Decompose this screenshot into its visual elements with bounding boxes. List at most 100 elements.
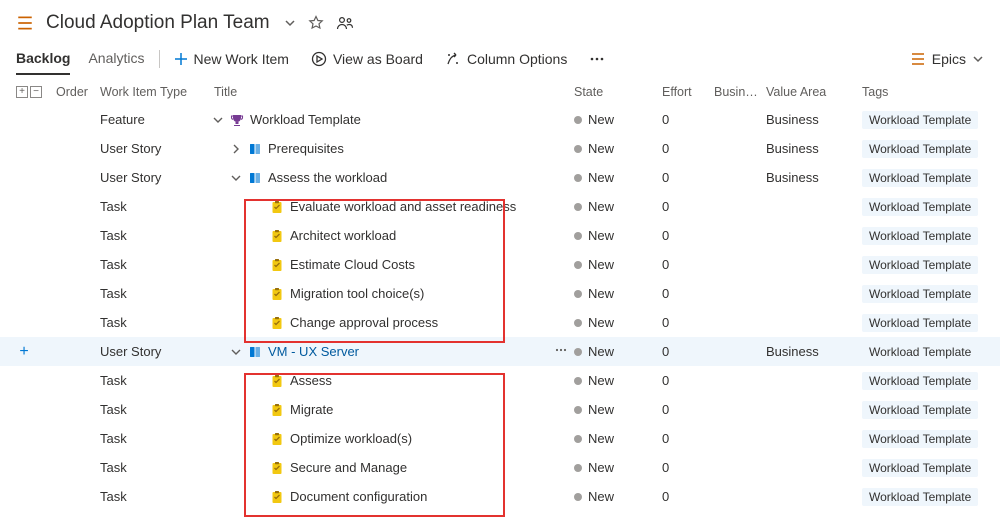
backlog-row[interactable]: +TaskSecure and ManageNew0Workload Templ… [0,453,1000,482]
tag-pill[interactable]: Workload Template [862,401,978,419]
work-item-type: User Story [100,141,212,156]
expander-icon[interactable] [230,144,242,154]
view-as-board-button[interactable]: View as Board [311,51,423,67]
clipboard-icon [270,432,284,446]
backlog-row[interactable]: +User StoryAssess the workloadNew0Busine… [0,163,1000,192]
work-item-title[interactable]: Assess [290,373,332,388]
value-area: Business [766,344,862,359]
work-item-title[interactable]: Optimize workload(s) [290,431,412,446]
tag-pill[interactable]: Workload Template [862,488,978,506]
state-label: New [588,373,614,388]
work-item-title[interactable]: Migrate [290,402,333,417]
tag-pill[interactable]: Workload Template [862,111,978,129]
work-item-type: Task [100,460,212,475]
clipboard-icon [270,461,284,475]
effort-value: 0 [662,402,714,417]
backlog-row[interactable]: +TaskChange approval processNew0Workload… [0,308,1000,337]
state-label: New [588,489,614,504]
col-value-area[interactable]: Value Area [766,85,862,99]
backlog-row[interactable]: +FeatureWorkload TemplateNew0BusinessWor… [0,105,1000,134]
tag-pill[interactable]: Workload Template [862,256,978,274]
state-label: New [588,228,614,243]
work-item-title[interactable]: Assess the workload [268,170,387,185]
work-item-title[interactable]: Workload Template [250,112,361,127]
epics-label: Epics [932,51,966,67]
col-tags[interactable]: Tags [862,85,984,99]
book-icon [248,345,262,359]
tag-pill[interactable]: Workload Template [862,430,978,448]
tag-pill[interactable]: Workload Template [862,169,978,187]
collapse-all-icon[interactable]: − [30,86,42,98]
tag-pill[interactable]: Workload Template [862,198,978,216]
backlog-row[interactable]: +TaskEvaluate workload and asset readine… [0,192,1000,221]
expander-icon[interactable] [230,347,242,357]
work-item-title[interactable]: Change approval process [290,315,438,330]
tab-backlog[interactable]: Backlog [16,42,70,75]
new-work-item-button[interactable]: New Work Item [174,51,289,67]
effort-value: 0 [662,112,714,127]
column-headers: + − Order Work Item Type Title State Eff… [0,75,1000,105]
state-dot-icon [574,203,582,211]
favorite-star-icon[interactable] [308,15,324,31]
state-label: New [588,460,614,475]
backlog-row[interactable]: +TaskOptimize workload(s)New0Workload Te… [0,424,1000,453]
value-area: Business [766,141,862,156]
expander-icon[interactable] [230,173,242,183]
backlog-row[interactable]: +TaskEstimate Cloud CostsNew0Workload Te… [0,250,1000,279]
work-item-title[interactable]: Secure and Manage [290,460,407,475]
state-dot-icon [574,377,582,385]
backlog-level-picker[interactable]: Epics [910,51,984,67]
work-item-type: Task [100,402,212,417]
view-as-board-label: View as Board [333,51,423,67]
work-item-type: Task [100,489,212,504]
backlog-row[interactable]: +TaskAssessNew0Workload Template [0,366,1000,395]
expand-all-icon[interactable]: + [16,86,28,98]
work-item-title[interactable]: Migration tool choice(s) [290,286,424,301]
state-dot-icon [574,319,582,327]
effort-value: 0 [662,141,714,156]
backlog-row[interactable]: +User StoryVM - UX ServerNew0BusinessWor… [0,337,1000,366]
tag-pill[interactable]: Workload Template [862,140,978,158]
row-more-button[interactable] [554,343,574,360]
value-area: Business [766,112,862,127]
col-business[interactable]: Busin… [714,85,766,99]
backlog-row[interactable]: +TaskMigrateNew0Workload Template [0,395,1000,424]
col-state[interactable]: State [574,85,662,99]
effort-value: 0 [662,170,714,185]
tab-analytics[interactable]: Analytics [88,42,144,75]
col-effort[interactable]: Effort [662,85,714,99]
state-dot-icon [574,174,582,182]
column-options-button[interactable]: Column Options [445,51,567,67]
backlog-row[interactable]: +TaskDocument configurationNew0Workload … [0,482,1000,511]
backlog-row[interactable]: +TaskArchitect workloadNew0Workload Temp… [0,221,1000,250]
effort-value: 0 [662,373,714,388]
work-item-title[interactable]: Evaluate workload and asset readiness [290,199,516,214]
value-area: Business [766,170,862,185]
state-label: New [588,112,614,127]
work-item-type: Task [100,373,212,388]
backlog-row[interactable]: +TaskMigration tool choice(s)New0Workloa… [0,279,1000,308]
work-item-title[interactable]: Prerequisites [268,141,344,156]
tag-pill[interactable]: Workload Template [862,227,978,245]
work-item-title[interactable]: Architect workload [290,228,396,243]
more-toolbar-button[interactable] [589,51,605,67]
tag-pill[interactable]: Workload Template [862,372,978,390]
add-child-button[interactable]: + [16,343,32,361]
work-item-title[interactable]: Estimate Cloud Costs [290,257,415,272]
tag-pill[interactable]: Workload Template [862,285,978,303]
col-title[interactable]: Title [212,85,574,99]
work-item-type: Task [100,199,212,214]
expander-icon[interactable] [212,115,224,125]
tag-pill[interactable]: Workload Template [862,343,978,361]
work-item-title[interactable]: VM - UX Server [268,344,359,359]
work-item-title[interactable]: Document configuration [290,489,427,504]
team-members-icon[interactable] [336,15,354,31]
tag-pill[interactable]: Workload Template [862,314,978,332]
backlog-row[interactable]: +User StoryPrerequisitesNew0BusinessWork… [0,134,1000,163]
col-work-item-type[interactable]: Work Item Type [100,85,212,99]
team-picker[interactable] [284,17,296,29]
state-label: New [588,170,614,185]
tag-pill[interactable]: Workload Template [862,459,978,477]
trophy-icon [230,113,244,127]
col-order[interactable]: Order [56,85,100,99]
